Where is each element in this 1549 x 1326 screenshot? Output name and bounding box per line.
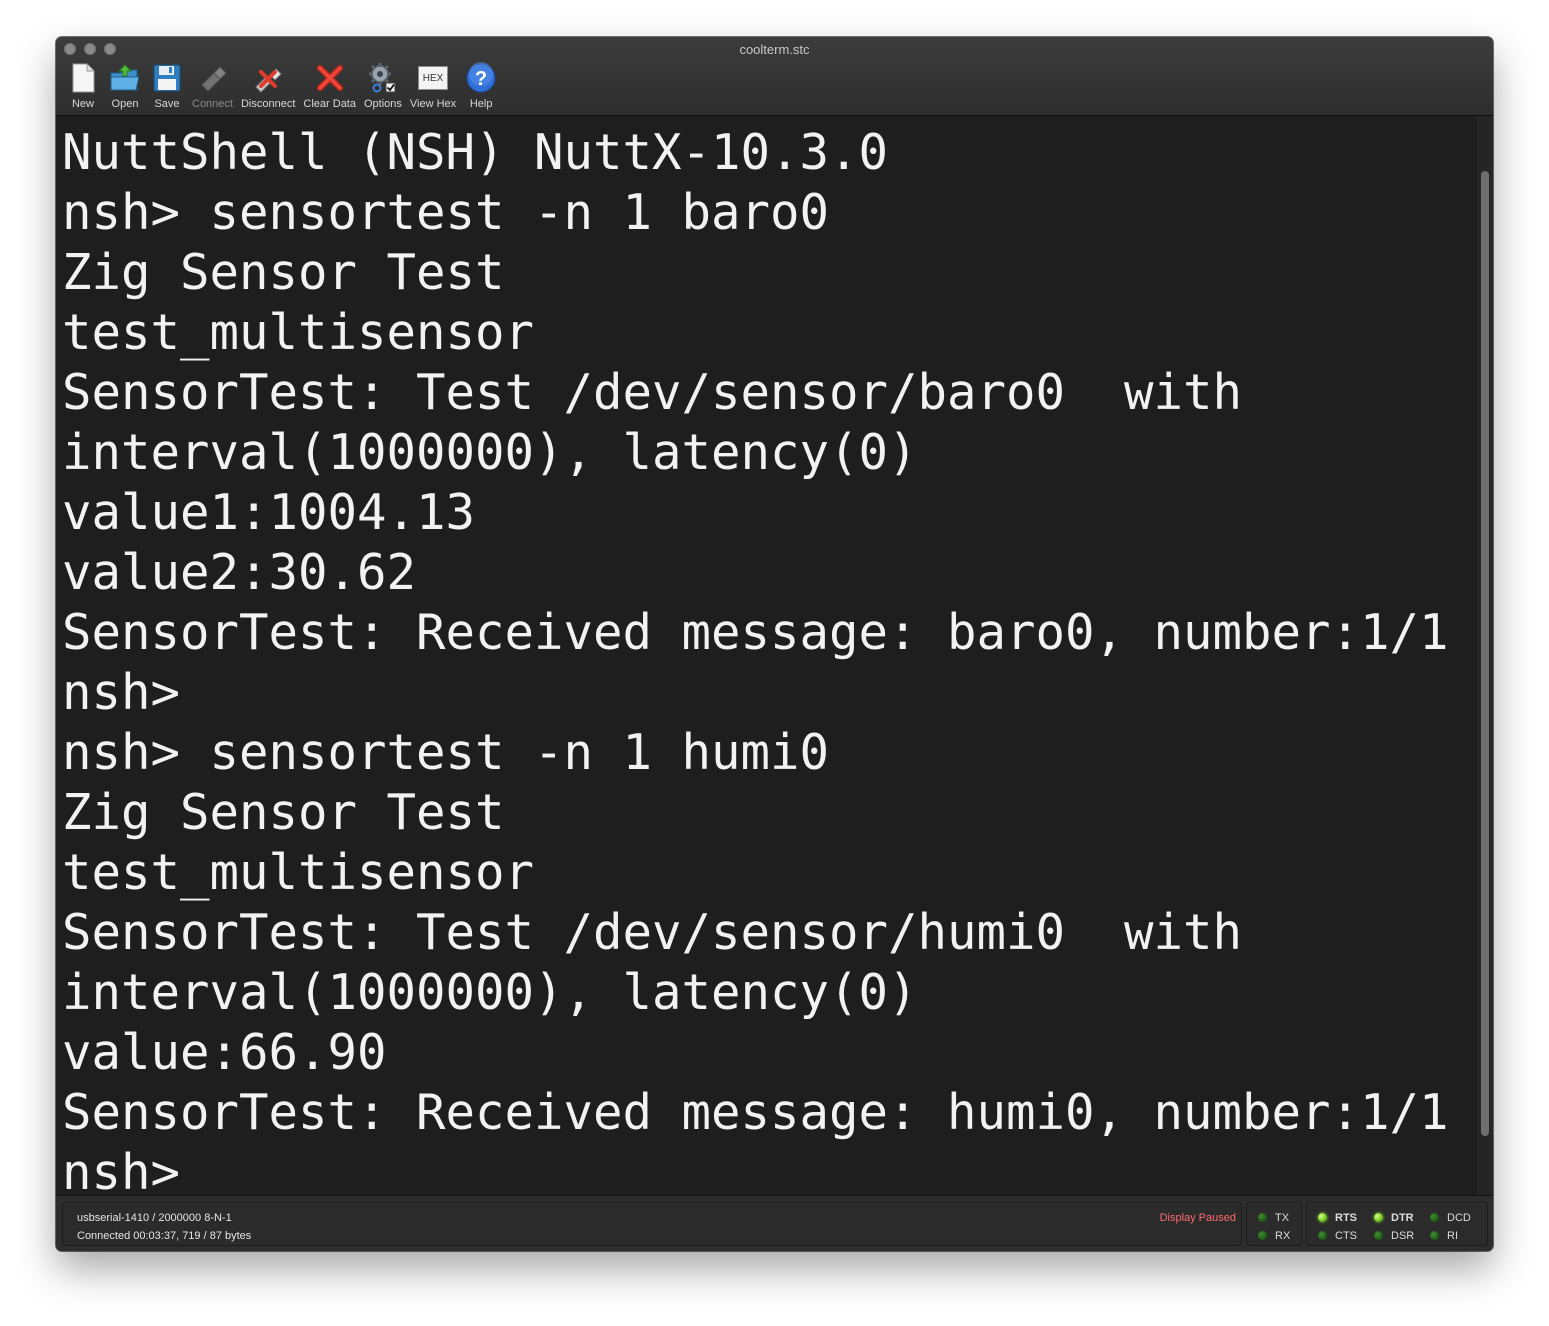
floppy-disk-icon xyxy=(150,61,184,95)
terminal-line: test_multisensor xyxy=(62,304,535,361)
options-label: Options xyxy=(363,98,402,110)
hex-view-icon: HEX xyxy=(416,61,450,95)
terminal-line: interval(1000000), latency(0) xyxy=(62,424,918,481)
red-x-icon xyxy=(313,61,347,95)
connection-status-text: Connected 00:03:37, 719 / 87 bytes xyxy=(77,1230,252,1242)
terminal-line: nsh> xyxy=(62,1144,181,1196)
rx-label: RX xyxy=(1275,1230,1291,1242)
terminal-line: interval(1000000), latency(0) xyxy=(62,964,918,1021)
terminal-output[interactable]: NuttShell (NSH) NuttX-10.3.0 nsh> sensor… xyxy=(56,116,1477,1196)
help-label: Help xyxy=(469,98,493,110)
connection-info-panel: usbserial-1410 / 2000000 8-N-1 Connected… xyxy=(62,1202,1242,1246)
ri-label: RI xyxy=(1447,1230,1458,1242)
save-label: Save xyxy=(154,98,180,110)
terminal-line: nsh> sensortest -n 1 humi0 xyxy=(62,724,830,781)
terminal-line: nsh> sensortest -n 1 baro0 xyxy=(62,184,830,241)
terminal-line: test_multisensor xyxy=(62,844,535,901)
dsr-led xyxy=(1374,1231,1383,1240)
disconnect-label: Disconnect xyxy=(240,98,296,110)
terminal-line: value:66.90 xyxy=(62,1024,387,1081)
disconnect-button[interactable]: Disconnect xyxy=(237,61,299,113)
scrollbar-thumb[interactable] xyxy=(1481,171,1489,1136)
display-paused-indicator[interactable]: Display Paused xyxy=(1160,1212,1236,1224)
help-button[interactable]: ? Help xyxy=(460,61,502,113)
rts-led[interactable] xyxy=(1318,1213,1327,1222)
cts-label: CTS xyxy=(1335,1230,1357,1242)
view-hex-label: View Hex xyxy=(409,98,457,110)
title-bar: coolterm.stc New Open Save Connect Disco… xyxy=(56,37,1493,116)
connect-label: Connect xyxy=(192,98,233,110)
connect-plug-icon xyxy=(195,61,229,95)
coolterm-window: coolterm.stc New Open Save Connect Disco… xyxy=(56,37,1493,1251)
window-title: coolterm.stc xyxy=(739,42,810,57)
terminal-line: value2:30.62 xyxy=(62,544,417,601)
rts-label: RTS xyxy=(1335,1212,1357,1224)
terminal-line: Zig Sensor Test xyxy=(62,784,505,841)
cts-led xyxy=(1318,1231,1327,1240)
status-bar: usbserial-1410 / 2000000 8-N-1 Connected… xyxy=(56,1195,1493,1251)
gear-options-icon xyxy=(366,61,400,95)
ri-led xyxy=(1430,1231,1439,1240)
options-button[interactable]: Options xyxy=(360,61,406,113)
tx-led xyxy=(1258,1213,1267,1222)
connect-button[interactable]: Connect xyxy=(188,61,237,113)
dtr-label: DTR xyxy=(1391,1212,1414,1224)
terminal-line: value1:1004.13 xyxy=(62,484,476,541)
vertical-scrollbar[interactable] xyxy=(1477,116,1493,1196)
dtr-led[interactable] xyxy=(1374,1213,1383,1222)
new-button[interactable]: New xyxy=(62,61,104,113)
clear-data-button[interactable]: Clear Data xyxy=(299,61,360,113)
dcd-led xyxy=(1430,1213,1439,1222)
rx-led xyxy=(1258,1231,1267,1240)
open-folder-icon xyxy=(108,61,142,95)
terminal-line: SensorTest: Test /dev/sensor/humi0 with xyxy=(62,904,1243,961)
new-document-icon xyxy=(66,61,100,95)
open-button[interactable]: Open xyxy=(104,61,146,113)
clear-data-label: Clear Data xyxy=(303,98,356,110)
help-question-icon: ? xyxy=(464,61,498,95)
disconnect-plug-icon xyxy=(251,61,285,95)
dcd-label: DCD xyxy=(1447,1212,1471,1224)
terminal-line: nsh> xyxy=(62,664,181,721)
view-hex-button[interactable]: HEX View Hex xyxy=(406,61,460,113)
port-settings-text: usbserial-1410 / 2000000 8-N-1 xyxy=(77,1212,232,1224)
tx-rx-panel: TX RX xyxy=(1246,1202,1302,1246)
terminal-line: SensorTest: Received message: humi0, num… xyxy=(62,1084,1449,1141)
new-label: New xyxy=(71,98,94,110)
dsr-label: DSR xyxy=(1391,1230,1415,1242)
toolbar: New Open Save Connect Disconnect Clear D… xyxy=(62,61,502,113)
save-button[interactable]: Save xyxy=(146,61,188,113)
terminal-line: SensorTest: Received message: baro0, num… xyxy=(62,604,1449,661)
terminal-line: Zig Sensor Test xyxy=(62,244,505,301)
svg-text:?: ? xyxy=(475,68,487,90)
terminal-line: SensorTest: Test /dev/sensor/baro0 with xyxy=(62,364,1243,421)
open-label: Open xyxy=(111,98,139,110)
terminal-line: NuttShell (NSH) NuttX-10.3.0 xyxy=(62,124,889,181)
tx-label: TX xyxy=(1275,1212,1290,1224)
hex-badge: HEX xyxy=(418,66,449,90)
line-status-panel: RTS CTS DTR DSR DCD RI xyxy=(1306,1202,1488,1246)
